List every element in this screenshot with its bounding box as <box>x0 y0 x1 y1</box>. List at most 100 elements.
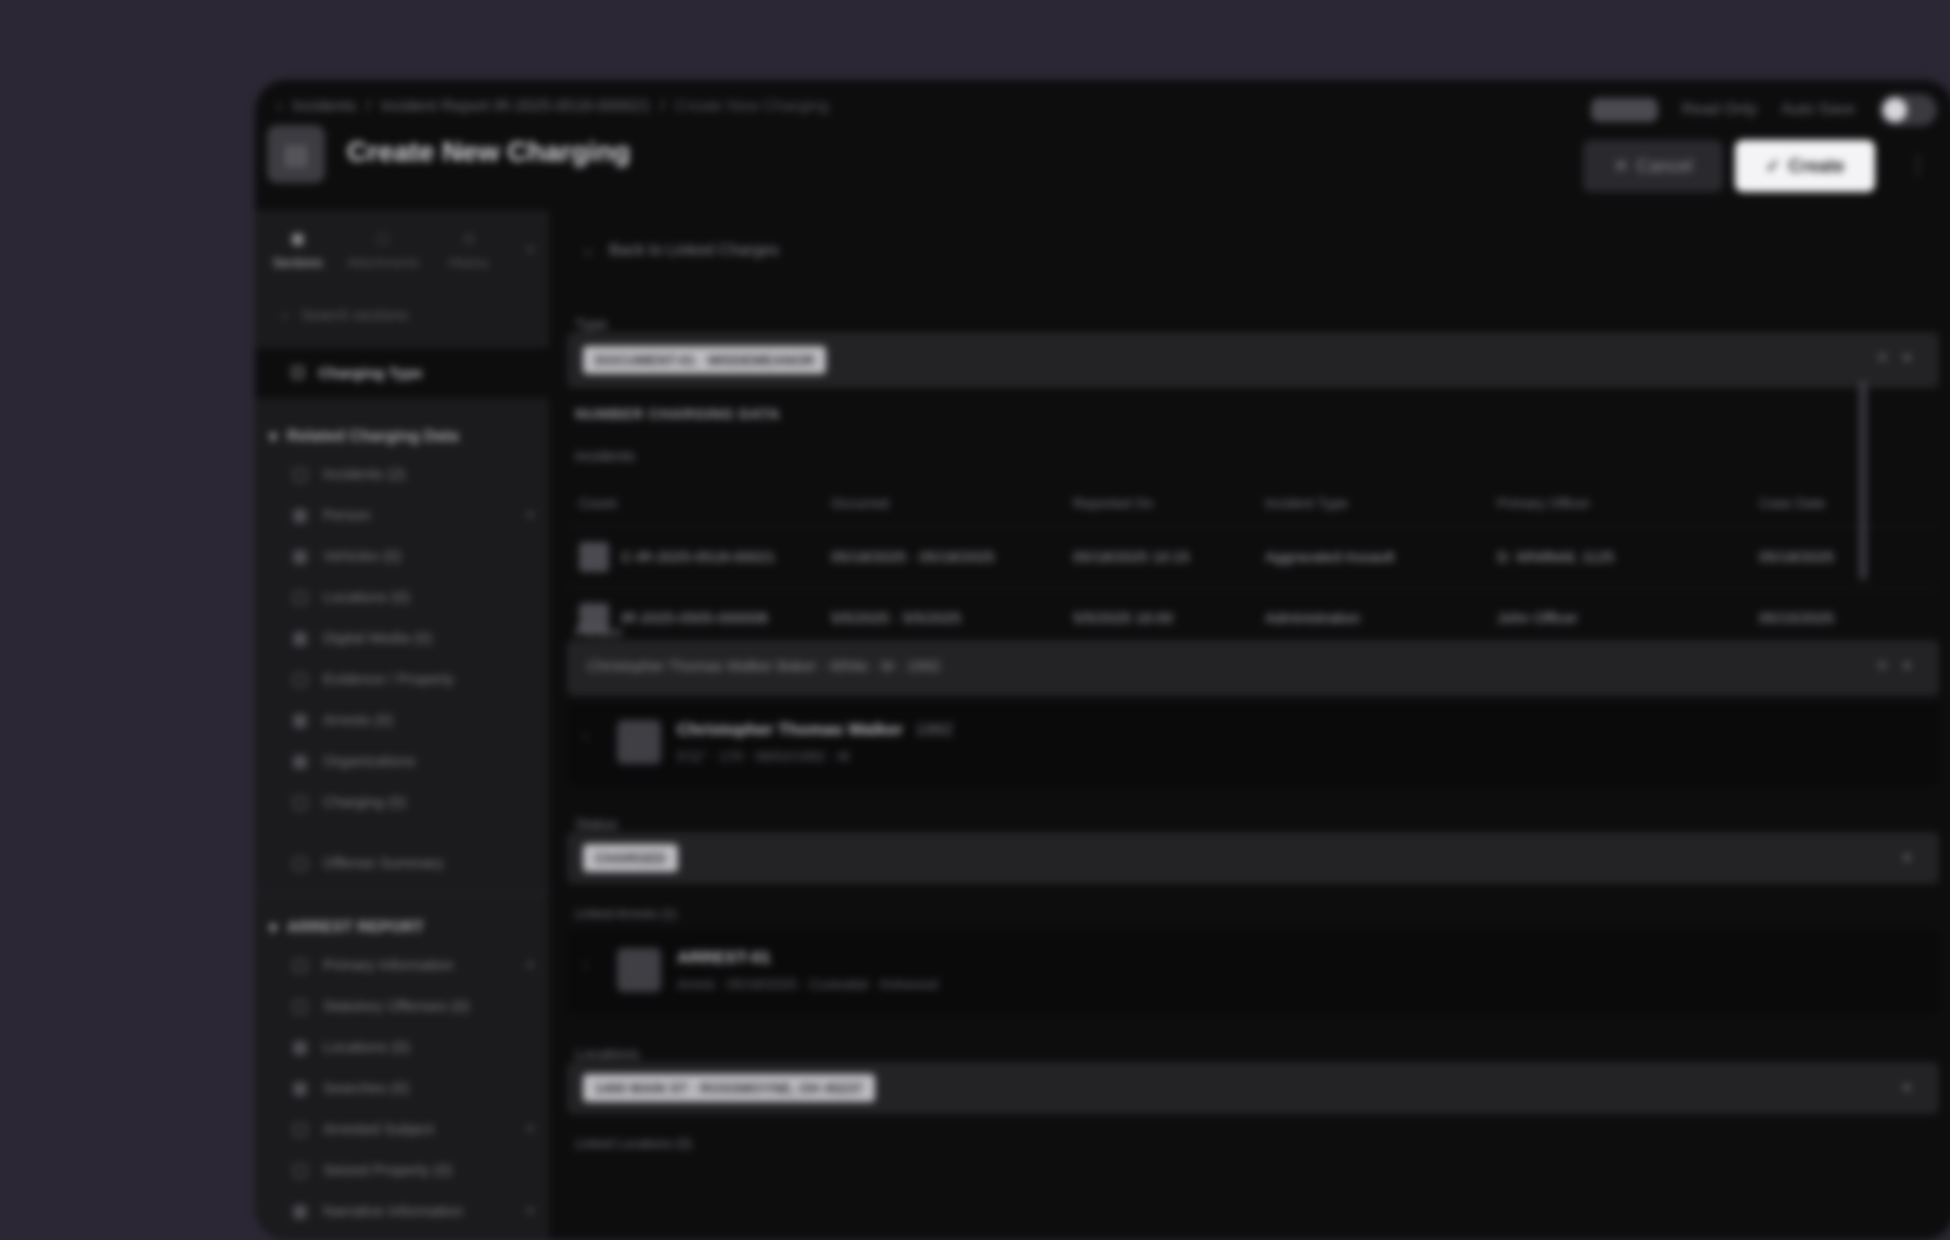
chevron-right-icon[interactable]: › <box>583 956 588 973</box>
sidebar-item[interactable]: Organizations <box>255 741 549 782</box>
table-row[interactable]: C-IR-2025-0518-00021 05/18/2025 · 05/18/… <box>567 527 1939 588</box>
arrest-card[interactable]: › ARREST-01 Arrest · 05/18/2025 · Custod… <box>567 930 1939 1014</box>
tab-history[interactable]: ◷ History <box>426 210 511 290</box>
sidebar: ▦ Sections ▢ Attachments ◷ History « ⌕ Sear… <box>255 210 549 1240</box>
column-header[interactable]: Incident Type <box>1253 495 1485 511</box>
section-title: ARREST REPORT <box>287 919 424 936</box>
narrative-icon <box>293 1204 307 1219</box>
sidebar-item-charging-type[interactable]: ☐ Charging Type <box>255 348 549 398</box>
more-options-icon[interactable]: ⋮ <box>1907 152 1929 178</box>
breadcrumb-item-report[interactable]: Incident Report IR-2025-0518-000021 <box>381 98 651 116</box>
sidebar-item[interactable]: Statutory Offenses (0) <box>255 986 549 1027</box>
sidebar-item[interactable]: Arrests (0) <box>255 700 549 741</box>
create-button[interactable]: ✓ Create <box>1735 140 1875 192</box>
toggle-knob <box>1883 98 1907 122</box>
incident-reported: 5/5/2025 16:00 <box>1073 609 1174 627</box>
sidebar-item[interactable]: Seized Property (0) <box>255 1150 549 1191</box>
person-select-value: Christopher Thomas Walker Baker · White … <box>587 658 941 675</box>
column-header[interactable]: Occurred <box>819 495 1061 511</box>
checkbox-icon: ☐ <box>291 365 305 382</box>
tab-label: Attachments <box>347 255 420 270</box>
sidebar-item-offense-summary[interactable]: Offense Summary <box>255 843 549 884</box>
chevron-down-icon: ▾ <box>269 920 278 937</box>
person-name: Christopher Thomas Walker <box>677 720 904 739</box>
location-select[interactable]: 1400 MAIN ST · ROSSMOYNE, OH 45237 ▾ <box>567 1062 1939 1114</box>
sidebar-item-label: Charging (0) <box>323 794 407 811</box>
back-arrow-icon[interactable]: ‹ <box>277 98 282 116</box>
sidebar-item-label: Digital Media (0) <box>323 630 433 647</box>
clear-icon[interactable]: ✕ <box>1876 658 1903 675</box>
sidebar-item[interactable]: Arrested Subject + <box>255 1109 549 1150</box>
select-controls: ✕▾ <box>1876 656 1925 676</box>
scrollbar[interactable] <box>1859 380 1867 580</box>
column-header[interactable]: Reported On <box>1061 495 1253 511</box>
section-search[interactable]: ⌕ Search sections <box>267 290 549 340</box>
chevron-down-icon[interactable]: ▾ <box>1903 848 1925 868</box>
incident-type: Aggravated Assault <box>1265 548 1395 566</box>
sidebar-item-label: Primary Information <box>323 957 454 974</box>
autosave-toggle[interactable] <box>1879 94 1937 126</box>
cancel-button[interactable]: ✕ Cancel <box>1583 140 1723 192</box>
sidebar-item-label: Locations (0) <box>323 1039 410 1056</box>
sidebar-item[interactable]: Person + <box>255 495 549 536</box>
column-header[interactable]: Case Date <box>1747 495 1919 511</box>
person-icon <box>293 508 307 523</box>
chevron-right-icon[interactable]: › <box>583 728 588 745</box>
type-value-b: MISDEMEANOR <box>707 352 815 368</box>
incident-count: C-IR-2025-0518-00021 <box>621 548 776 566</box>
sidebar-item[interactable]: Digital Media (0) <box>255 618 549 659</box>
collapse-sidebar-icon[interactable]: « <box>511 210 549 290</box>
sidebar-item[interactable]: Primary Information + <box>255 945 549 986</box>
chevron-down-icon[interactable]: ▾ <box>1903 658 1925 675</box>
clear-icon[interactable]: ✕ <box>1876 350 1903 367</box>
chevron-down-icon[interactable]: ▾ <box>1903 1078 1925 1098</box>
column-header[interactable]: Count <box>567 495 819 511</box>
incident-occurred: 5/5/2025 · 5/5/2025 <box>831 609 962 627</box>
incident-date: 05/18/2025 <box>1759 548 1835 566</box>
linked-arrests-label: Linked Arrests (1) <box>575 906 677 921</box>
add-icon[interactable]: + <box>526 1121 535 1139</box>
person-meta: 5'11" · 170 · 06/02/1992 · M <box>677 748 850 764</box>
sidebar-item[interactable]: Locations (0) <box>255 1027 549 1068</box>
sidebar-item[interactable]: Charging (0) <box>255 782 549 823</box>
status-select[interactable]: CHARGED ▾ <box>567 832 1939 884</box>
chevron-down-icon[interactable]: ▾ <box>1903 350 1925 367</box>
status-badge: Draft <box>1591 98 1658 122</box>
organization-icon <box>293 754 307 769</box>
search-placeholder: Search sections <box>301 306 409 324</box>
location-icon <box>293 590 307 605</box>
section-arrest-report[interactable]: ▾ ARREST REPORT <box>255 911 549 945</box>
column-header[interactable]: Primary Officer <box>1485 495 1747 511</box>
autosave-label: Auto Save <box>1781 101 1855 118</box>
sidebar-item-label: Offense Summary <box>323 855 444 872</box>
add-icon[interactable]: + <box>526 507 535 525</box>
tab-sections[interactable]: ▦ Sections <box>255 210 340 290</box>
add-icon[interactable]: + <box>526 957 535 975</box>
person-avatar <box>617 720 661 764</box>
sidebar-item[interactable]: Locations (0) <box>255 577 549 618</box>
sidebar-item[interactable]: Narrative Information + <box>255 1191 549 1232</box>
location-value: 1400 MAIN ST · ROSSMOYNE, OH 45237 <box>583 1074 875 1102</box>
search-icon <box>293 1081 307 1096</box>
tab-attachments[interactable]: ▢ Attachments <box>340 210 425 290</box>
check-icon: ✓ <box>1765 155 1781 176</box>
sidebar-item[interactable]: Searches (0) <box>255 1068 549 1109</box>
close-icon: ✕ <box>1613 155 1629 176</box>
sidebar-item-label: Person <box>323 507 371 524</box>
summary-icon <box>293 856 307 871</box>
type-select[interactable]: DOCUMENT-01 · MISDEMEANOR ✕▾ <box>567 332 1939 388</box>
section-related-charging-data[interactable]: ▾ Related Charging Data <box>255 420 549 454</box>
type-value-a: DOCUMENT-01 <box>595 352 696 368</box>
breadcrumb-current: Create New Charging <box>674 98 829 115</box>
sidebar-item[interactable]: Vehicles (0) <box>255 536 549 577</box>
person-card[interactable]: › Christopher Thomas Walker 1992 5'11" · … <box>567 702 1939 786</box>
sidebar-item[interactable]: Evidence / Property <box>255 659 549 700</box>
sidebar-item[interactable]: Incidents (2) <box>255 454 549 495</box>
person-label: Person <box>575 624 623 641</box>
back-link[interactable]: ← Back to Linked Charges <box>581 242 779 260</box>
readonly-toggle-label[interactable]: Read Only <box>1682 101 1758 119</box>
person-select[interactable]: Christopher Thomas Walker Baker · White … <box>567 640 1939 696</box>
breadcrumb-item-incidents[interactable]: Incidents <box>292 98 356 116</box>
main-content: ← Back to Linked Charges Type DOCUMENT-0… <box>549 210 1945 1240</box>
add-icon[interactable]: + <box>526 1203 535 1221</box>
